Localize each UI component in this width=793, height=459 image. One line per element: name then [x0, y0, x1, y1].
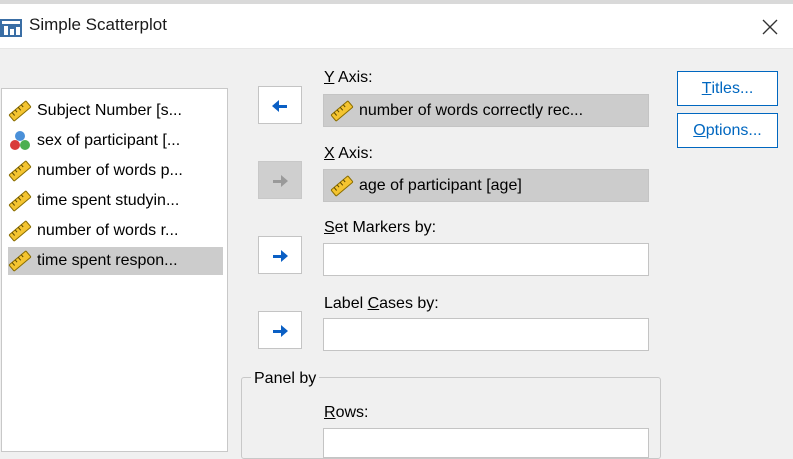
variable-label: time spent respon... — [37, 252, 178, 269]
list-item-selected[interactable]: time spent respon... — [8, 247, 223, 275]
x-axis-field[interactable]: age of participant [age] — [323, 169, 649, 202]
set-markers-field[interactable] — [323, 243, 649, 276]
move-to-x-axis-button[interactable] — [258, 161, 302, 199]
list-item[interactable]: time spent studyin... — [8, 187, 223, 215]
x-axis-value: age of participant [age] — [359, 176, 522, 194]
move-to-y-axis-button[interactable] — [258, 86, 302, 124]
nominal-icon — [10, 131, 30, 150]
ruler-scale-icon — [8, 160, 32, 182]
variable-label: number of words p... — [37, 162, 183, 179]
arrow-right-icon — [273, 248, 288, 262]
titles-button[interactable]: Titles... — [677, 71, 778, 106]
ruler-scale-icon — [8, 190, 32, 212]
close-icon — [762, 19, 778, 35]
y-axis-field[interactable]: number of words correctly rec... — [323, 94, 649, 127]
close-button[interactable] — [752, 12, 788, 42]
move-to-label-cases-button[interactable] — [258, 311, 302, 349]
ruler-scale-icon — [330, 175, 354, 196]
panel-by-legend: Panel by — [251, 370, 320, 388]
dialog-title: Simple Scatterplot — [29, 15, 167, 34]
label-cases-label: Label Cases by: — [324, 295, 439, 312]
variable-label: time spent studyin... — [37, 192, 180, 209]
source-variable-list[interactable]: Subject Number [s... sex of participant … — [1, 88, 228, 452]
variable-label: number of words r... — [37, 222, 179, 239]
move-to-set-markers-button[interactable] — [258, 236, 302, 274]
list-item[interactable]: Subject Number [s... — [8, 97, 223, 125]
set-markers-label: Set Markers by: — [324, 219, 437, 236]
ruler-scale-icon — [330, 100, 354, 121]
y-axis-value: number of words correctly rec... — [359, 101, 584, 119]
rows-field[interactable] — [323, 428, 649, 458]
label-cases-field[interactable] — [323, 318, 649, 351]
spss-chart-icon — [0, 17, 24, 39]
list-item[interactable]: number of words p... — [8, 157, 223, 185]
y-axis-label: Y Axis: — [324, 69, 373, 86]
ruler-scale-icon — [8, 250, 32, 272]
rows-label: Rows: — [324, 404, 369, 421]
ruler-scale-icon — [8, 220, 32, 242]
list-item[interactable]: number of words r... — [8, 217, 223, 245]
arrow-right-icon — [273, 323, 288, 337]
x-axis-label: X Axis: — [324, 145, 373, 162]
title-bar: Simple Scatterplot — [0, 4, 793, 49]
options-button[interactable]: Options... — [677, 113, 778, 148]
variable-label: sex of participant [... — [37, 132, 181, 149]
arrow-left-icon — [272, 98, 287, 112]
list-item[interactable]: sex of participant [... — [8, 127, 223, 155]
ruler-scale-icon — [8, 100, 32, 122]
variable-label: Subject Number [s... — [37, 102, 182, 119]
arrow-right-icon — [273, 173, 288, 187]
